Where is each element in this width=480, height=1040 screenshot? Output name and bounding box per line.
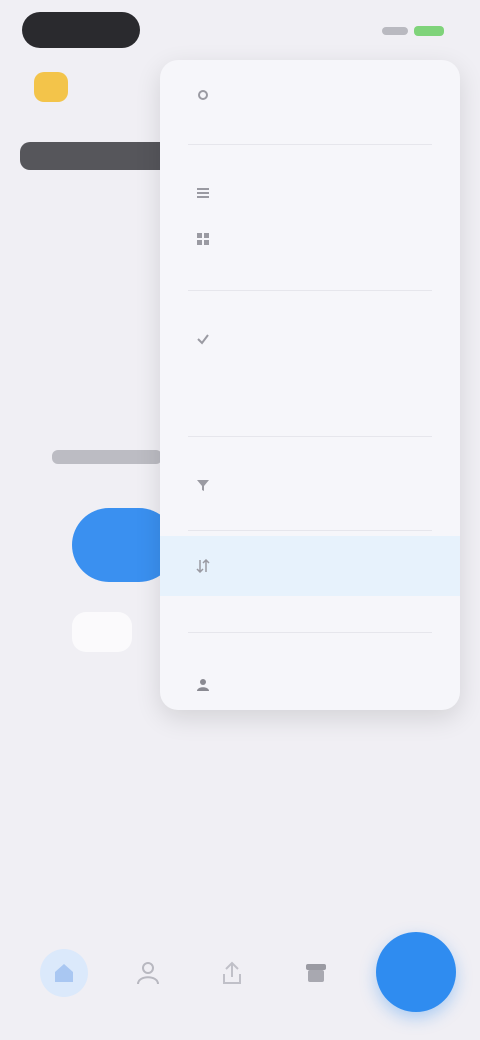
status-indicators <box>382 26 444 36</box>
page-title <box>20 142 170 170</box>
menu-divider <box>188 530 432 531</box>
tab-bar <box>40 938 340 1008</box>
menu-item-check[interactable] <box>160 316 460 362</box>
settings-icon <box>196 88 210 102</box>
tab-home[interactable] <box>40 949 88 997</box>
tab-share[interactable] <box>208 949 256 997</box>
menu-item-sub[interactable] <box>160 362 460 408</box>
sort-icon <box>196 559 210 573</box>
dropdown-menu <box>160 60 460 710</box>
filter-icon <box>196 478 210 492</box>
status-bar-pill <box>22 12 140 48</box>
signal-icon <box>382 27 408 35</box>
plus-icon <box>403 959 429 985</box>
add-button[interactable] <box>376 932 456 1012</box>
menu-divider <box>188 436 432 437</box>
person-icon <box>137 962 159 985</box>
menu-item-list[interactable] <box>160 170 460 216</box>
home-icon <box>55 964 73 982</box>
check-icon <box>196 332 210 346</box>
menu-item-sort[interactable] <box>160 536 460 596</box>
menu-item-settings[interactable] <box>160 72 460 118</box>
menu-item-grid[interactable] <box>160 216 460 262</box>
menu-divider <box>188 144 432 145</box>
list-icon <box>196 186 210 200</box>
section-label <box>52 450 162 464</box>
secondary-card[interactable] <box>72 612 132 652</box>
menu-divider <box>188 290 432 291</box>
menu-item-filter[interactable] <box>160 462 460 508</box>
grid-icon <box>196 232 210 246</box>
people-icon <box>196 678 210 692</box>
tab-archive[interactable] <box>292 949 340 997</box>
menu-item-people[interactable] <box>160 662 460 708</box>
archive-icon <box>306 964 326 982</box>
share-icon <box>223 961 241 984</box>
tab-person[interactable] <box>124 949 172 997</box>
emoji-icon <box>34 72 68 102</box>
battery-icon <box>414 26 444 36</box>
menu-divider <box>188 632 432 633</box>
